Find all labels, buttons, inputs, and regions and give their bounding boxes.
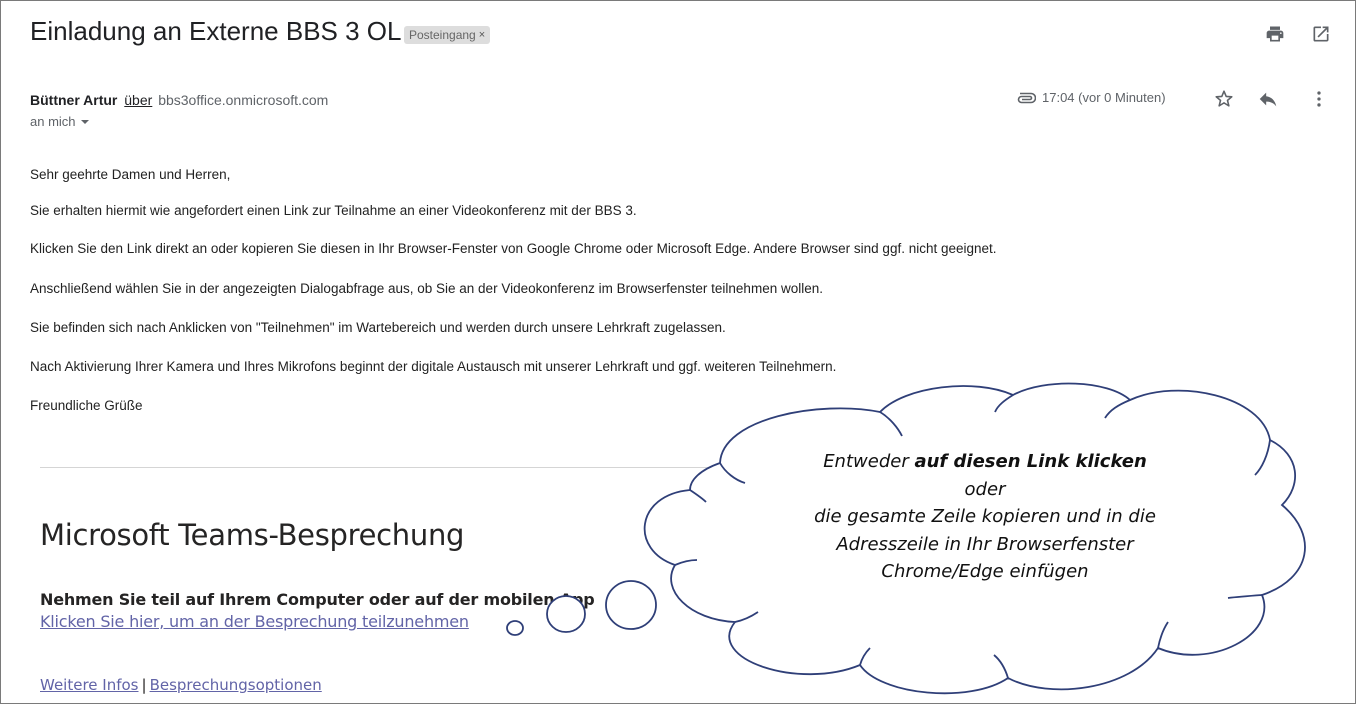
more-vert-icon[interactable] [1308, 88, 1330, 110]
callout-emphasis: auf diesen Link klicken [914, 451, 1147, 472]
callout-line-5: Chrome/Edge einfügen [881, 561, 1089, 582]
via-link[interactable]: über [124, 92, 152, 108]
join-meeting-link[interactable]: Klicken Sie hier, um an der Besprechung … [40, 612, 469, 631]
email-subject: Einladung an Externe BBS 3 OL [30, 16, 402, 46]
sender-name[interactable]: Büttner Artur [30, 92, 117, 108]
body-paragraph: Anschließend wählen Sie in der angezeigt… [30, 281, 823, 296]
more-info-link[interactable]: Weitere Infos [40, 676, 139, 694]
print-icon[interactable] [1265, 24, 1285, 44]
open-new-window-icon[interactable] [1311, 24, 1331, 44]
callout-line-3: die gesamte Zeile kopieren und in die [814, 506, 1156, 527]
callout-line-2: oder [964, 478, 1006, 500]
callout-text: Entweder auf diesen Link klicken oder di… [700, 448, 1270, 586]
body-paragraph: Sie befinden sich nach Anklicken von "Te… [30, 320, 726, 335]
body-paragraph: Sie erhalten hiermit wie angefordert ein… [30, 203, 637, 218]
reply-icon[interactable] [1257, 88, 1279, 110]
inbox-label-chip[interactable]: Posteingang × [404, 26, 491, 44]
dropdown-arrow-icon [80, 119, 89, 124]
body-paragraph: Klicken Sie den Link direkt an oder kopi… [30, 241, 997, 256]
join-heading: Nehmen Sie teil auf Ihrem Computer oder … [40, 590, 595, 609]
sender-domain: bbs3office.onmicrosoft.com [158, 92, 329, 108]
callout-line-4: Adresszeile in Ihr Browserfenster [836, 533, 1134, 555]
attachment-icon [1017, 92, 1036, 103]
callout-line-1: Entweder auf diesen Link klicken [823, 451, 1147, 472]
recipient-toggle[interactable]: an mich [30, 114, 90, 129]
teams-meeting-title: Microsoft Teams-Besprechung [40, 518, 465, 552]
body-paragraph: Nach Aktivierung Ihrer Kamera und Ihres … [30, 359, 837, 374]
sender-line: Büttner Artur über bbs3office.onmicrosof… [30, 92, 328, 108]
message-time: 17:04 (vor 0 Minuten) [1042, 90, 1166, 105]
label-text: Posteingang [409, 28, 476, 42]
body-greeting: Sehr geehrte Damen und Herren, [30, 167, 231, 182]
remove-label-icon[interactable]: × [479, 26, 485, 44]
recipient-label: an mich [30, 114, 76, 129]
meeting-footer-links: Weitere Infos | Besprechungsoptionen [40, 676, 322, 694]
body-closing: Freundliche Grüße [30, 398, 143, 413]
meeting-options-link[interactable]: Besprechungsoptionen [150, 676, 322, 694]
link-separator: | [141, 676, 147, 694]
message-meta: 17:04 (vor 0 Minuten) [1014, 90, 1166, 105]
star-icon[interactable] [1213, 88, 1235, 110]
